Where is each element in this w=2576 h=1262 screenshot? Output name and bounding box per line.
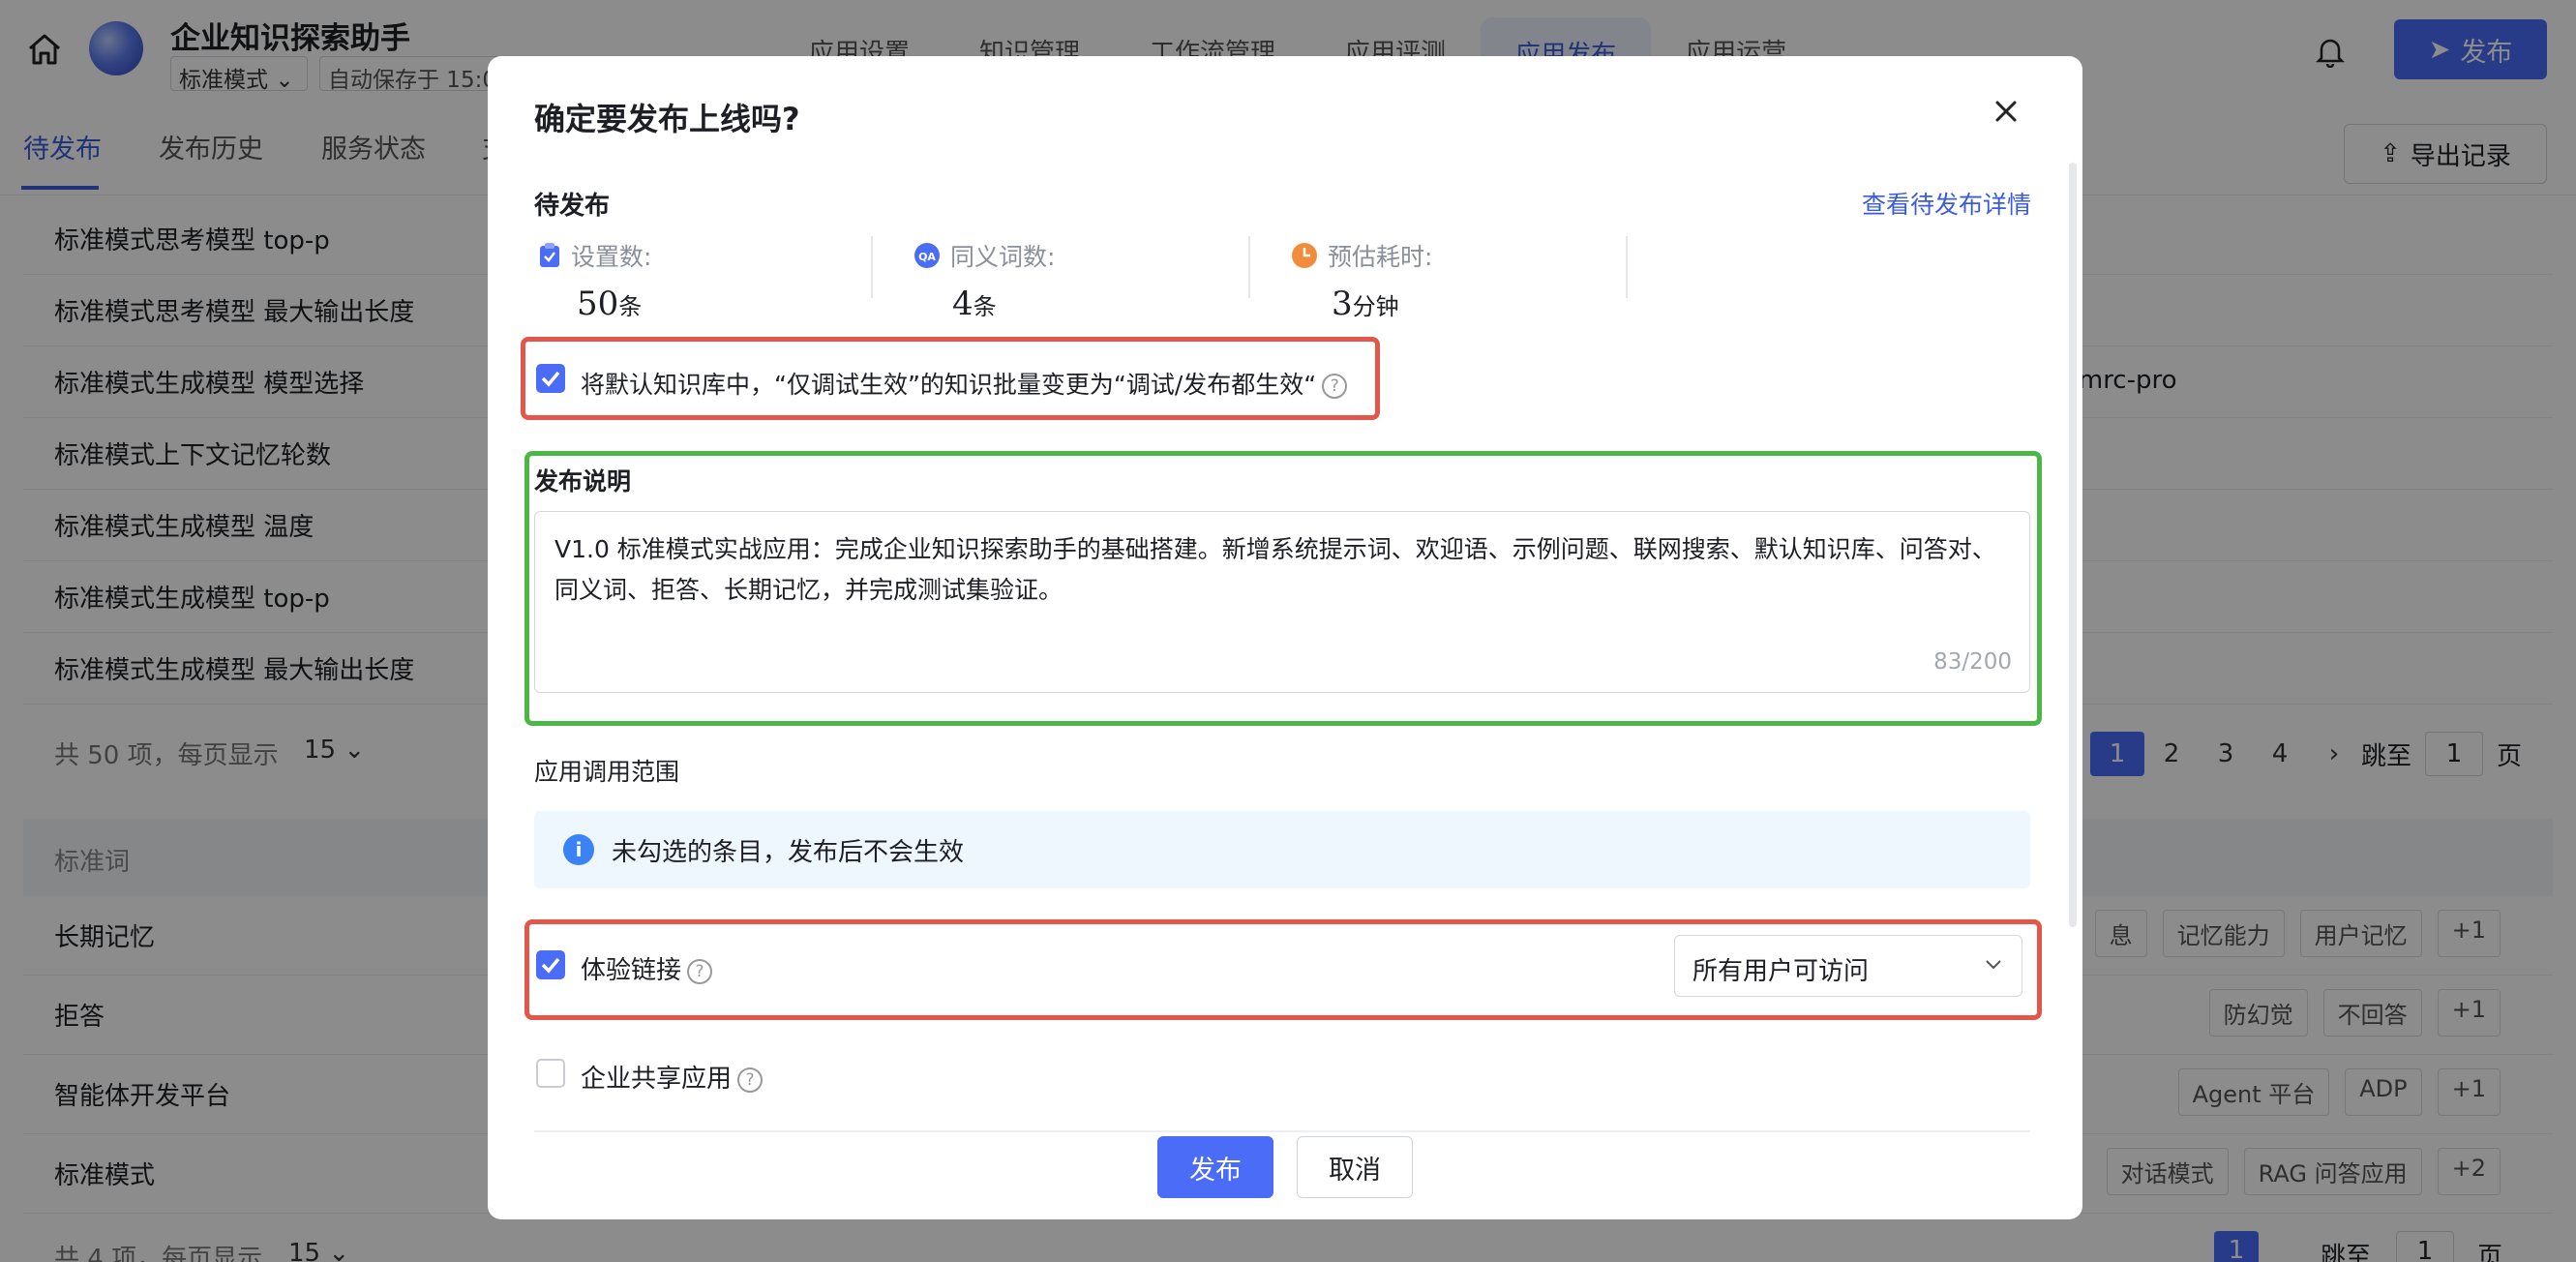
enterprise-share-text: 企业共享应用 <box>581 1065 733 1094</box>
publish-confirm-dialog: 确定要发布上线吗? 待发布 查看待发布详情 设置数: 50条 QA 同义词数: … <box>488 56 2082 1219</box>
kb-batch-text: 将默认知识库中，“仅调试生效”的知识批量变更为“调试/发布都生效“ <box>581 371 1317 399</box>
stat-time-number: 3 <box>1332 285 1353 323</box>
stat-settings-value: 50条 <box>577 285 642 323</box>
stat-time-unit: 分钟 <box>1352 293 1399 320</box>
stat-divider <box>871 236 873 298</box>
stat-synonyms-number: 4 <box>952 285 973 323</box>
release-notes-textarea[interactable]: V1.0 标准模式实战应用：完成企业知识探索助手的基础搭建。新增系统提示词、欢迎… <box>534 511 2030 693</box>
stat-time-text: 预估耗时: <box>1328 243 1433 271</box>
help-icon[interactable]: ? <box>737 1067 764 1093</box>
stat-synonyms-text: 同义词数: <box>950 243 1056 271</box>
stat-settings-text: 设置数: <box>571 243 652 271</box>
dialog-title: 确定要发布上线吗? <box>534 101 800 137</box>
enterprise-share-checkbox[interactable] <box>536 1059 565 1088</box>
experience-link-checkbox[interactable] <box>536 950 565 979</box>
stat-settings-number: 50 <box>577 285 619 323</box>
stat-time-value: 3分钟 <box>1332 285 1399 323</box>
experience-link-label: 体验链接? <box>581 950 713 986</box>
kb-batch-label: 将默认知识库中，“仅调试生效”的知识批量变更为“调试/发布都生效“? <box>581 366 1348 401</box>
check-icon <box>541 371 560 387</box>
help-icon[interactable]: ? <box>1322 374 1348 399</box>
release-notes-label: 发布说明 <box>534 467 632 496</box>
confirm-publish-button[interactable]: 发布 <box>1157 1136 1273 1198</box>
clock-icon <box>1292 243 1317 268</box>
access-scope-value: 所有用户可访问 <box>1692 957 1870 986</box>
release-notes-text: V1.0 标准模式实战应用：完成企业知识探索助手的基础搭建。新增系统提示词、欢迎… <box>554 535 1996 604</box>
clipboard-icon <box>540 243 559 267</box>
stat-synonyms-label: QA 同义词数: <box>914 238 1055 273</box>
experience-link-text: 体验链接 <box>581 956 682 985</box>
scope-section-label: 应用调用范围 <box>534 758 680 786</box>
kb-batch-checkbox[interactable] <box>536 364 565 393</box>
close-icon[interactable] <box>1990 95 2022 128</box>
footer-divider <box>534 1130 2030 1132</box>
pending-section-label: 待发布 <box>534 192 611 221</box>
stat-divider <box>1626 236 1628 298</box>
dialog-scrollbar[interactable] <box>2069 163 2077 927</box>
access-scope-select[interactable]: 所有用户可访问 <box>1674 935 2022 997</box>
enterprise-share-label: 企业共享应用? <box>581 1059 764 1095</box>
chevron-down-icon <box>1986 960 2001 970</box>
help-icon[interactable]: ? <box>687 958 713 984</box>
stat-time-label: 预估耗时: <box>1291 238 1432 273</box>
qa-icon: QA <box>914 243 940 268</box>
scope-info-banner: i 未勾选的条目，发布后不会生效 <box>534 811 2030 888</box>
cancel-button[interactable]: 取消 <box>1297 1136 1413 1198</box>
svg-text:QA: QA <box>918 251 936 263</box>
char-counter: 83/200 <box>1933 649 2012 675</box>
check-icon <box>541 957 560 974</box>
stat-divider <box>1248 236 1250 298</box>
view-pending-details-link[interactable]: 查看待发布详情 <box>1862 186 2031 221</box>
stat-synonyms-unit: 条 <box>973 293 997 320</box>
stat-settings-unit: 条 <box>618 293 643 320</box>
scope-info-text: 未勾选的条目，发布后不会生效 <box>612 837 965 867</box>
info-icon: i <box>563 834 594 865</box>
stat-settings-label: 设置数: <box>538 238 651 273</box>
stat-synonyms-value: 4条 <box>952 285 997 323</box>
